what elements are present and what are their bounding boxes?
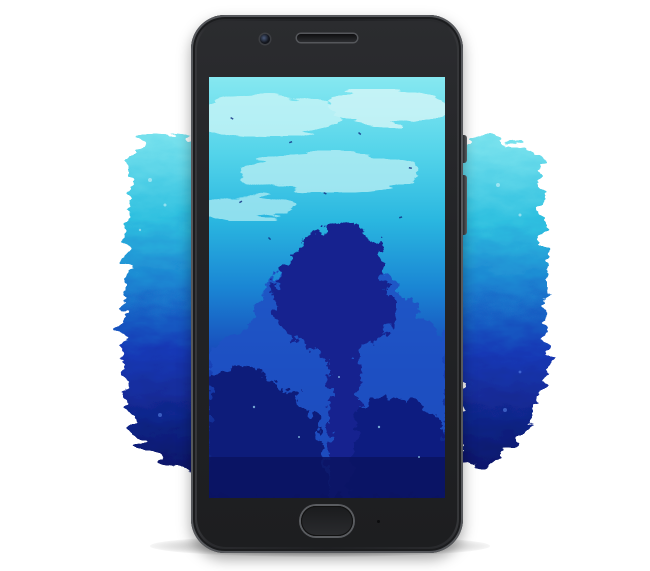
- speaker-grille-icon: [297, 34, 357, 42]
- front-camera-icon: [260, 34, 270, 44]
- wallpaper-art: [209, 77, 445, 498]
- smartphone: [191, 15, 467, 553]
- power-button: [463, 135, 467, 163]
- product-image: [0, 0, 650, 571]
- home-button-icon: [301, 506, 353, 536]
- microphone-dot: [377, 520, 380, 523]
- volume-button: [463, 175, 467, 235]
- phone-screen-wallpaper: [209, 77, 445, 498]
